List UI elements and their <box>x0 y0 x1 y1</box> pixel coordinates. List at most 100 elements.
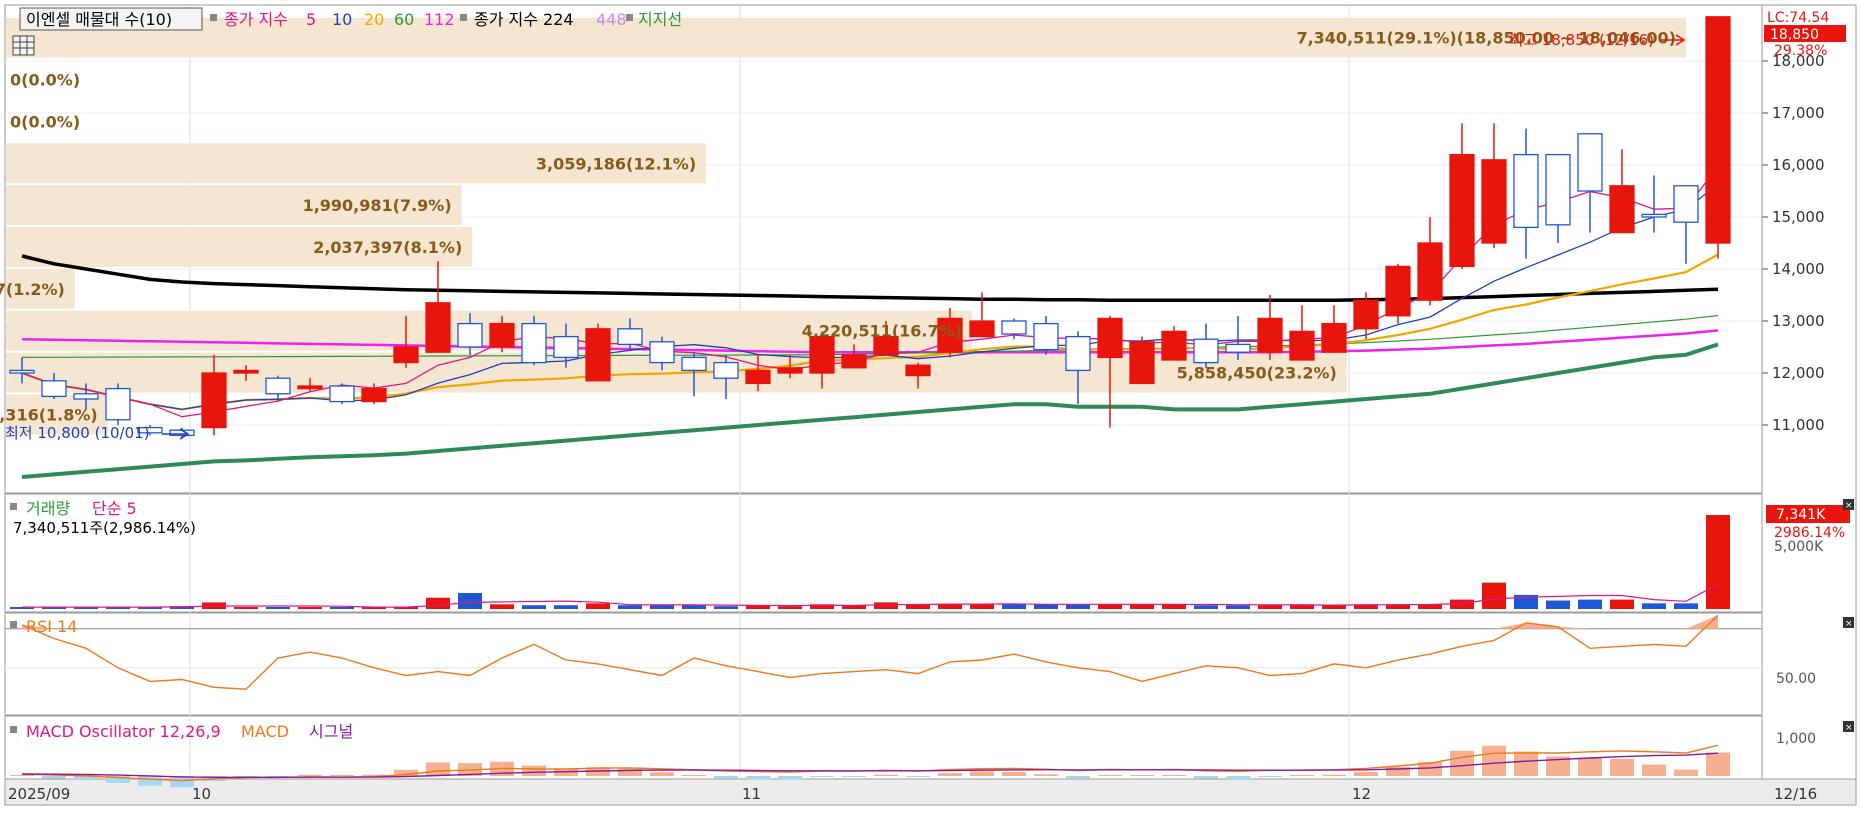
volume-bar <box>1642 603 1666 609</box>
macd-y-tick: 1,000 <box>1776 731 1816 747</box>
price-tick-label: 17,000 <box>1772 104 1825 122</box>
volume-bar <box>874 602 898 609</box>
volume-bar <box>778 606 802 609</box>
candle-body <box>233 369 259 374</box>
macd-osc-title[interactable]: MACD Oscillator 12,26,9 <box>26 722 221 741</box>
close-panel-icon[interactable]: × <box>1843 617 1854 629</box>
macd-osc-bar <box>1642 764 1666 776</box>
price-tick-label: 16,000 <box>1772 156 1825 174</box>
macd-osc-bar <box>906 776 930 777</box>
candle-body <box>105 387 131 421</box>
candle-body <box>905 364 931 377</box>
candle-body <box>1001 320 1027 335</box>
volume-bar <box>1226 605 1250 609</box>
macd-osc-bar <box>1322 774 1346 776</box>
ma-long-label[interactable]: 종가 지수 224 <box>474 10 574 29</box>
macd-osc-bar <box>970 771 994 776</box>
candle-body <box>617 328 643 346</box>
volume-title[interactable]: 거래량 <box>26 499 70 518</box>
volume-bar <box>298 607 322 609</box>
ma-label[interactable]: 종가 지수 <box>224 10 288 29</box>
rsi-title[interactable]: RSI 14 <box>26 617 77 636</box>
candle-body <box>393 346 419 364</box>
ma-period-20[interactable]: 20 <box>364 10 384 29</box>
stock-chart[interactable]: 7,340,511(29.1%)(18,850.00 ~ 18,046.00) 0… <box>0 0 1861 810</box>
volume-y-tick: 5,000K <box>1774 539 1824 555</box>
macd-osc-bar <box>1066 776 1090 779</box>
candle-body <box>649 341 675 364</box>
candle-body <box>1673 185 1699 223</box>
macd-osc-bar <box>650 772 674 776</box>
candle-body <box>585 328 611 382</box>
macd-osc-bar <box>42 776 66 779</box>
macd-osc-bar <box>1002 771 1026 776</box>
macd-osc-bar <box>1130 775 1154 776</box>
last-label: LC:74.54 <box>1767 10 1829 26</box>
macd-osc-bar <box>138 776 162 786</box>
volume-bar <box>1610 599 1634 609</box>
volume-bar <box>1002 604 1026 609</box>
signal-label[interactable]: 시그널 <box>309 722 353 741</box>
price-tick-label: 11,000 <box>1772 416 1825 434</box>
candle-body <box>329 385 355 403</box>
candle-body <box>1705 16 1731 244</box>
volume-bar <box>714 606 738 609</box>
macd-osc-bar <box>778 776 802 780</box>
close-panel-icon[interactable]: × <box>1843 499 1854 511</box>
candle-body <box>41 380 67 398</box>
candle-body <box>457 322 483 348</box>
volume-last-value: 7,341K <box>1776 507 1826 523</box>
volume-bar <box>1322 605 1346 609</box>
volume-bar <box>426 597 450 609</box>
macd-osc-bar <box>842 776 866 777</box>
candle-body <box>1641 213 1667 218</box>
macd-osc-bar <box>1194 776 1218 779</box>
volume-bar <box>1578 599 1602 609</box>
support-line-label[interactable]: 지지선 <box>638 10 682 29</box>
macd-osc-bar <box>1226 776 1250 780</box>
volume-profile-label: 5,858,450(23.2%) <box>1177 364 1337 383</box>
x-axis-area <box>4 778 1857 806</box>
legend-square-icon <box>210 14 217 21</box>
volume-bar <box>1706 515 1730 609</box>
macd-osc-bar <box>1354 771 1378 776</box>
volume-profile-label: 3,059,186(12.1%) <box>536 154 696 173</box>
candle-body <box>1513 153 1539 229</box>
candle-body <box>1481 159 1507 244</box>
x-label-oct: 10 <box>192 785 211 803</box>
volume-profile-label: 2,037,397(8.1%) <box>313 238 462 257</box>
candle-body <box>1065 335 1091 372</box>
candle-body <box>1033 322 1059 351</box>
volume-profile-label: 1,990,981(7.9%) <box>303 196 452 215</box>
rsi-y-tick: 50.00 <box>1776 671 1816 687</box>
volume-bar <box>458 593 482 609</box>
candle-body <box>969 320 995 338</box>
chart-svg[interactable]: 7,340,511(29.1%)(18,850.00 ~ 18,046.00)0… <box>0 0 1861 810</box>
ma-period-10[interactable]: 10 <box>332 10 352 29</box>
ma-period-5[interactable]: 5 <box>306 10 316 29</box>
candle-body <box>201 372 227 429</box>
macd-osc-bar <box>298 774 322 776</box>
candle-body <box>745 369 771 385</box>
ma-period-60[interactable]: 60 <box>394 10 414 29</box>
x-label-nov: 11 <box>742 785 761 803</box>
macd-osc-bar <box>810 776 834 777</box>
close-panel-icon[interactable]: × <box>1843 721 1854 733</box>
candle-body <box>425 302 451 353</box>
volume-bar <box>330 607 354 609</box>
candle-body <box>1609 185 1635 234</box>
svg-text:×: × <box>1845 619 1853 629</box>
macd-osc-bar <box>1674 769 1698 776</box>
legend-square-icon <box>10 726 17 733</box>
ma-period-448[interactable]: 448 <box>596 10 627 29</box>
candle-body <box>809 335 835 374</box>
candle-body <box>1097 317 1123 359</box>
table-icon[interactable] <box>12 35 35 56</box>
macd-label[interactable]: MACD <box>241 722 289 741</box>
volume-bar <box>266 607 290 609</box>
candle-body <box>1289 330 1315 361</box>
legend-square-icon <box>10 621 17 628</box>
volume-ma-label[interactable]: 단순 5 <box>92 499 137 518</box>
ma-period-112[interactable]: 112 <box>424 10 455 29</box>
macd-osc-bar <box>522 765 546 776</box>
